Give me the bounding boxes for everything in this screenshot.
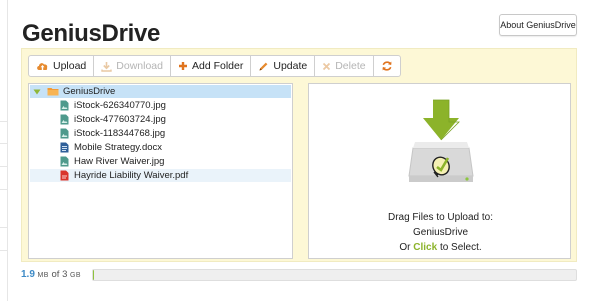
- image-file-icon: [60, 100, 69, 111]
- delete-label: Delete: [335, 60, 366, 72]
- file-row-selected[interactable]: Hayride Liability Waiver.pdf: [30, 169, 291, 182]
- add-folder-label: Add Folder: [191, 60, 244, 72]
- add-folder-button[interactable]: Add Folder: [169, 55, 252, 77]
- upload-drop-zone[interactable]: Drag Files to Upload to: GeniusDrive Or …: [308, 83, 571, 259]
- storage-usage-text: 1.9 MB of 3 GB: [21, 269, 81, 280]
- storage-used: 1.9: [21, 269, 35, 280]
- storage-total-unit: GB: [70, 272, 81, 279]
- cloud-upload-icon: [36, 61, 49, 71]
- edge-divider: [0, 143, 8, 144]
- file-name: Mobile Strategy.docx: [74, 142, 163, 153]
- edge-divider: [0, 227, 8, 228]
- file-name: iStock-118344768.jpg: [74, 128, 166, 139]
- folder-tree: GeniusDrive iStock-626340770.jpg iStock-…: [28, 83, 293, 259]
- file-name: iStock-626340770.jpg: [74, 100, 166, 111]
- delete-button[interactable]: Delete: [314, 55, 374, 77]
- file-row[interactable]: iStock-118344768.jpg: [30, 127, 291, 140]
- file-name: Haw River Waiver.jpg: [74, 156, 165, 167]
- edge-divider: [0, 189, 8, 190]
- about-button[interactable]: About GeniusDrive: [499, 14, 577, 36]
- drop-target-folder: GeniusDrive: [412, 227, 469, 238]
- download-button[interactable]: Download: [93, 55, 171, 77]
- close-icon: [322, 62, 331, 71]
- download-icon: [101, 61, 112, 72]
- storage-of: of: [51, 269, 60, 280]
- refresh-icon: [381, 60, 393, 72]
- folder-icon: [47, 87, 59, 96]
- image-file-icon: [60, 114, 69, 125]
- file-row[interactable]: iStock-477603724.jpg: [30, 113, 291, 126]
- file-name: iStock-477603724.jpg: [74, 114, 166, 125]
- image-file-icon: [60, 128, 69, 139]
- click-to-select-link[interactable]: Click: [413, 242, 437, 253]
- tree-root-geniusdrive[interactable]: GeniusDrive: [30, 85, 291, 98]
- toolbar: Upload Download Add Folder Update Delete: [28, 55, 401, 77]
- file-manager-panel: Upload Download Add Folder Update Delete…: [21, 48, 577, 262]
- hard-drive-upload-icon: [408, 99, 474, 182]
- drop-instructions: Drag Files to Upload to:: [387, 212, 494, 223]
- document-file-icon: [60, 142, 69, 153]
- file-row[interactable]: Mobile Strategy.docx: [30, 141, 291, 154]
- drop-click-line: Or Click to Select.: [309, 242, 572, 253]
- edge-divider: [0, 121, 8, 122]
- to-select-text: to Select.: [439, 242, 482, 253]
- upload-button[interactable]: Upload: [28, 55, 95, 77]
- storage-total: 3: [62, 269, 68, 280]
- or-text: Or: [399, 242, 411, 253]
- update-button[interactable]: Update: [250, 55, 316, 77]
- file-row[interactable]: iStock-626340770.jpg: [30, 99, 291, 112]
- app-title: GeniusDrive: [22, 20, 161, 47]
- upload-label: Upload: [53, 60, 87, 72]
- edge-divider: [0, 250, 8, 251]
- pdf-file-icon: [60, 170, 69, 181]
- left-edge-strip: [0, 0, 8, 301]
- file-row[interactable]: Haw River Waiver.jpg: [30, 155, 291, 168]
- chevron-down-icon[interactable]: [33, 89, 43, 95]
- refresh-button[interactable]: [372, 55, 401, 77]
- tree-root-label: GeniusDrive: [63, 86, 116, 97]
- storage-used-unit: MB: [37, 272, 49, 279]
- update-label: Update: [273, 60, 308, 72]
- pencil-icon: [258, 61, 269, 72]
- storage-progress-bar: [92, 269, 577, 281]
- download-label: Download: [116, 60, 163, 72]
- edge-divider: [0, 166, 8, 167]
- plus-icon: [178, 61, 188, 71]
- image-file-icon: [60, 156, 69, 167]
- file-name: Hayride Liability Waiver.pdf: [74, 170, 189, 181]
